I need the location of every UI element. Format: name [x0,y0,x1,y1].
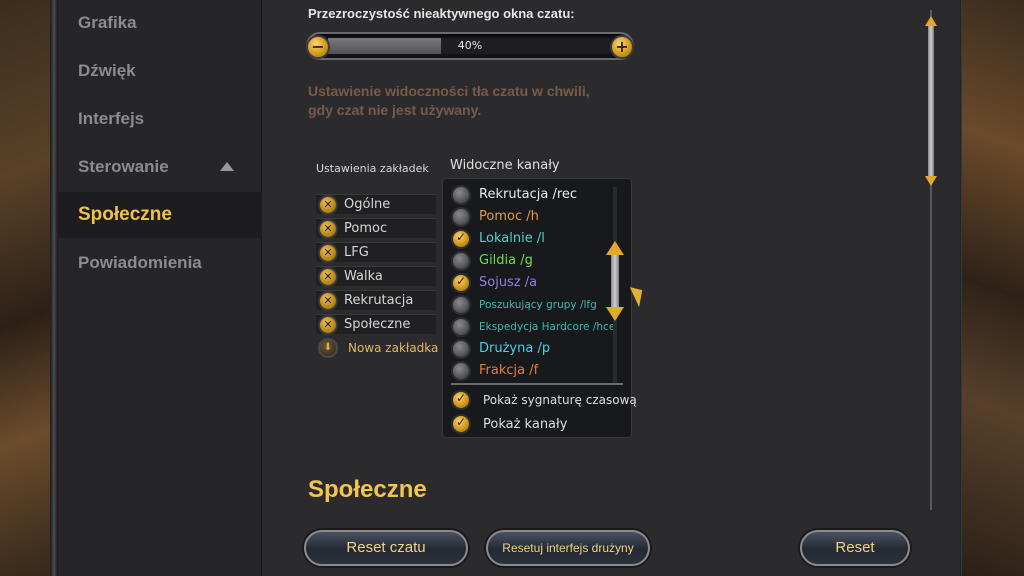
channel-item-sojusz[interactable]: Sojusz /a [449,273,609,293]
close-icon[interactable]: ✕ [318,243,338,263]
checkbox[interactable] [451,207,471,227]
chat-tab-label: LFG [344,245,369,260]
settings-main-panel: Przezroczystość nieaktywnego okna czatu:… [262,0,960,576]
chat-opacity-label: Przezroczystość nieaktywnego okna czatu: [308,6,575,21]
chat-tab-item[interactable]: ✕ Ogólne [316,194,436,215]
channels-scroll-thumb[interactable] [603,241,627,325]
channel-label: Sojusz /a [479,275,538,290]
checkbox[interactable] [451,339,471,359]
option-label: Pokaż sygnaturę czasową [483,393,637,407]
plus-icon[interactable]: + [610,35,634,59]
checkbox[interactable] [451,317,471,337]
reset-chat-button[interactable]: Reset czatu [304,530,468,566]
minus-icon[interactable]: − [306,35,330,59]
mouse-cursor-icon [629,282,649,308]
checkbox[interactable] [451,390,471,410]
settings-sidebar: Grafika Dźwięk Interfejs Sterowanie Społ… [58,0,262,576]
sidebar-item-label: Dźwięk [78,61,136,80]
channel-item-lfg[interactable]: Poszukujący grupy /lfg [449,295,609,315]
chat-tab-label: Społeczne [344,317,411,332]
sidebar-item-label: Interfejs [78,109,145,128]
channel-label: Poszukujący grupy /lfg [479,299,597,311]
main-scrollbar[interactable] [924,10,938,510]
visible-channels-list: Rekrutacja /rec Pomoc /h Lokalnie /l Gil… [442,178,637,438]
chat-tab-item[interactable]: ✕ LFG [316,242,436,263]
option-show-channels[interactable]: Pokaż kanały [449,413,629,435]
option-show-timestamp[interactable]: Pokaż sygnaturę czasową [449,389,637,411]
chat-tab-label: Walka [344,269,383,284]
tab-settings-label: Ustawienia zakładek [316,162,429,175]
sidebar-item-interfejs[interactable]: Interfejs [58,96,262,142]
sidebar-item-label: Społeczne [78,204,172,225]
sidebar-item-label: Grafika [78,13,137,32]
scroll-thumb-bar[interactable] [928,26,934,176]
chat-tab-item[interactable]: ✕ Społeczne [316,314,436,335]
checkbox[interactable] [451,361,471,381]
channel-label: Ekspedycja Hardcore /hce [479,321,616,333]
channel-label: Lokalnie /l [479,231,545,246]
background-right [962,0,1024,576]
channel-item-hce[interactable]: Ekspedycja Hardcore /hce [449,317,615,337]
chat-tab-label: Ogólne [344,197,391,212]
section-heading: Społeczne [308,476,427,503]
close-icon[interactable]: ✕ [318,219,338,239]
checkbox[interactable] [451,295,471,315]
sidebar-item-grafika[interactable]: Grafika [58,0,262,46]
channel-item-pomoc[interactable]: Pomoc /h [449,207,609,227]
chat-tab-label: Pomoc [344,221,388,236]
chat-tab-item[interactable]: ✕ Rekrutacja [316,290,436,311]
chat-tab-item[interactable]: ✕ Walka [316,266,436,287]
close-icon[interactable]: ✕ [318,195,338,215]
close-icon[interactable]: ✕ [318,267,338,287]
sidebar-item-powiadomienia[interactable]: Powiadomienia [58,240,262,286]
channel-item-druzyna[interactable]: Drużyna /p [449,339,609,359]
reset-button[interactable]: Reset [800,530,910,566]
sidebar-item-dzwiek[interactable]: Dźwięk [58,48,262,94]
scroll-up-icon[interactable] [606,241,624,255]
slider-value: 40% [457,39,483,52]
divider [451,383,623,385]
checkbox[interactable] [451,229,471,249]
scroll-up-icon[interactable] [925,16,937,26]
sidebar-item-sterowanie[interactable]: Sterowanie [58,144,262,190]
checkbox[interactable] [451,414,471,434]
chat-tab-label: Rekrutacja [344,293,414,308]
chat-opacity-slider[interactable]: 40% − + [306,32,634,60]
channel-item-gildia[interactable]: Gildia /g [449,251,609,271]
frame-left [50,0,58,576]
checkbox[interactable] [451,185,471,205]
chat-tab-item[interactable]: ✕ Pomoc [316,218,436,239]
channel-item-frakcja[interactable]: Frakcja /f [449,361,609,381]
channel-item-lokalnie[interactable]: Lokalnie /l [449,229,609,249]
checkbox[interactable] [451,273,471,293]
new-tab-label: Nowa zakładka [348,341,439,355]
channel-label: Pomoc /h [479,209,539,224]
sidebar-item-label: Sterowanie [78,157,169,176]
collapse-triangle-icon[interactable] [220,162,234,171]
close-icon[interactable]: ✕ [318,315,338,335]
scroll-down-icon[interactable] [925,176,937,186]
visible-channels-label: Widoczne kanały [450,158,560,173]
checkbox[interactable] [451,251,471,271]
close-icon[interactable]: ✕ [318,291,338,311]
scroll-down-icon[interactable] [606,307,624,321]
channel-label: Gildia /g [479,253,533,268]
option-label: Pokaż kanały [483,417,568,432]
sidebar-item-spoleczne[interactable]: Społeczne [58,192,262,238]
scroll-thumb-bar[interactable] [611,255,619,307]
channel-item-rekrutacja[interactable]: Rekrutacja /rec [449,185,609,205]
add-tab-icon: ⬇ [318,338,338,358]
channel-label: Rekrutacja /rec [479,187,578,202]
scroll-thumb[interactable] [924,16,938,196]
chat-opacity-description: Ustawienie widoczności tła czatu w chwil… [308,83,590,118]
channel-label: Drużyna /p [479,341,551,356]
channel-label: Frakcja /f [479,363,539,378]
reset-party-ui-button[interactable]: Resetuj interfejs drużyny [486,530,650,566]
sidebar-item-label: Powiadomienia [78,253,202,272]
